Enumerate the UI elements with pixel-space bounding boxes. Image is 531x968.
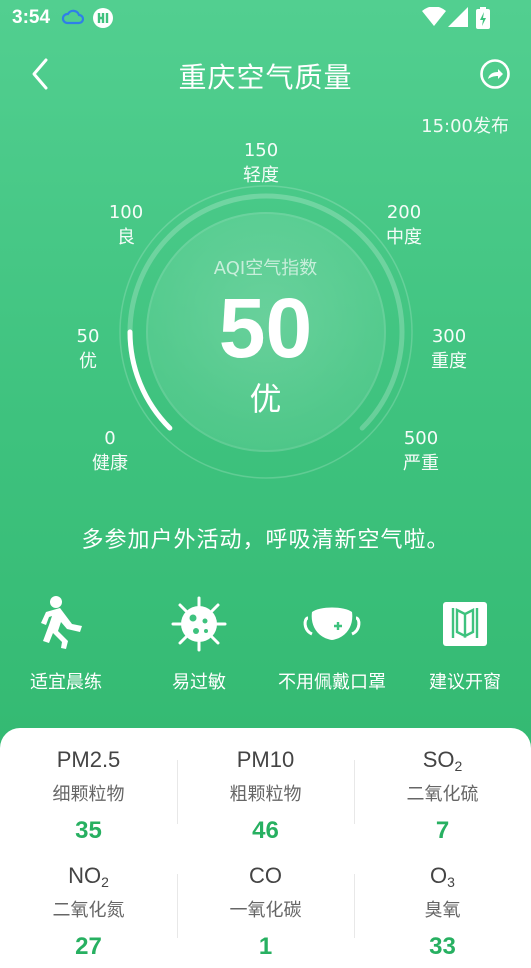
gauge-tick-value: 500	[403, 428, 439, 449]
mask-icon	[303, 607, 361, 640]
tip-label: 不用佩戴口罩	[278, 672, 386, 693]
tip-label: 适宜晨练	[30, 672, 102, 693]
tip-no-mask: 不用佩戴口罩	[266, 590, 398, 694]
tip-label: 易过敏	[172, 672, 226, 693]
gauge-tick-label: 中度	[386, 227, 422, 248]
gauge-tick: 0 健康	[70, 426, 150, 476]
pollutant-card: PM2.5 细颗粒物 35 PM10 粗颗粒物 46 SO2 二氧化硫 7 NO…	[0, 728, 531, 968]
pollutant-name: NO2	[68, 863, 109, 890]
pollutant-value: 35	[75, 817, 102, 844]
virus-icon	[171, 596, 227, 652]
advice-text: 多参加户外活动，呼吸清新空气啦。	[81, 528, 450, 553]
pollutant-no2: NO2 二氧化氮 27	[0, 862, 177, 962]
pollutant-cn-name: 细颗粒物	[52, 784, 125, 805]
pollutant-value: 33	[429, 933, 456, 960]
pollutant-cn-name: 粗颗粒物	[229, 784, 302, 805]
pollutant-co: CO 一氧化碳 1	[177, 862, 354, 962]
gauge-tick: 150 轻度	[221, 138, 301, 188]
gauge-tick-label: 良	[117, 227, 135, 248]
gauge-tick-label: 严重	[403, 453, 439, 474]
gauge-tick-value: 100	[108, 202, 144, 223]
pollutant-value: 46	[252, 817, 279, 844]
pollutant-value: 27	[75, 933, 102, 960]
health-tips: 适宜晨练 易过敏 不用佩戴口罩 建议开窗	[0, 590, 531, 700]
pollutant-value: 7	[435, 817, 450, 844]
pollutant-o3: O3 臭氧 33	[354, 862, 531, 962]
gauge-tick-value: 200	[386, 202, 422, 223]
pollutant-cn-name: 一氧化碳	[229, 900, 302, 921]
pollutant-cn-name: 臭氧	[424, 900, 461, 921]
pollutant-value: 1	[258, 933, 273, 960]
gauge-tick: 200 中度	[364, 200, 444, 250]
pollutant-name: PM10	[236, 747, 295, 772]
window-icon	[443, 602, 487, 646]
pollutant-cn-name: 二氧化氮	[52, 900, 125, 921]
pollutant-name: PM2.5	[56, 747, 121, 772]
pollutant-pm25: PM2.5 细颗粒物 35	[0, 746, 177, 846]
pollutant-so2: SO2 二氧化硫 7	[354, 746, 531, 846]
aqi-value: 50	[218, 281, 313, 375]
tip-morning-exercise: 适宜晨练	[0, 590, 132, 694]
gauge-tick-label: 健康	[92, 453, 128, 474]
tip-label: 建议开窗	[429, 672, 501, 693]
pollutant-name: SO2	[422, 747, 463, 774]
pollutant-name: O3	[430, 863, 455, 890]
gauge-tick: 100 良	[86, 200, 166, 250]
tip-open-window: 建议开窗	[399, 590, 531, 694]
pollutant-name: CO	[249, 863, 282, 888]
pollutant-pm10: PM10 粗颗粒物 46	[177, 746, 354, 846]
pollutant-cn-name: 二氧化硫	[406, 784, 479, 805]
running-person-icon	[41, 596, 82, 649]
aqi-level: 优	[249, 380, 282, 418]
aqi-label: AQI空气指数	[213, 258, 318, 279]
gauge-tick-label: 轻度	[243, 165, 279, 186]
aqi-gauge: 0 健康 50 优 100 良 150 轻度 200 中度 300 重度 500 严重 AQI空气指数 5…	[0, 0, 531, 520]
gauge-tick: 500 严重	[381, 426, 461, 476]
gauge-tick-value: 150	[243, 140, 279, 161]
gauge-tick-value: 0	[104, 428, 116, 449]
tip-allergy: 易过敏	[133, 590, 265, 694]
